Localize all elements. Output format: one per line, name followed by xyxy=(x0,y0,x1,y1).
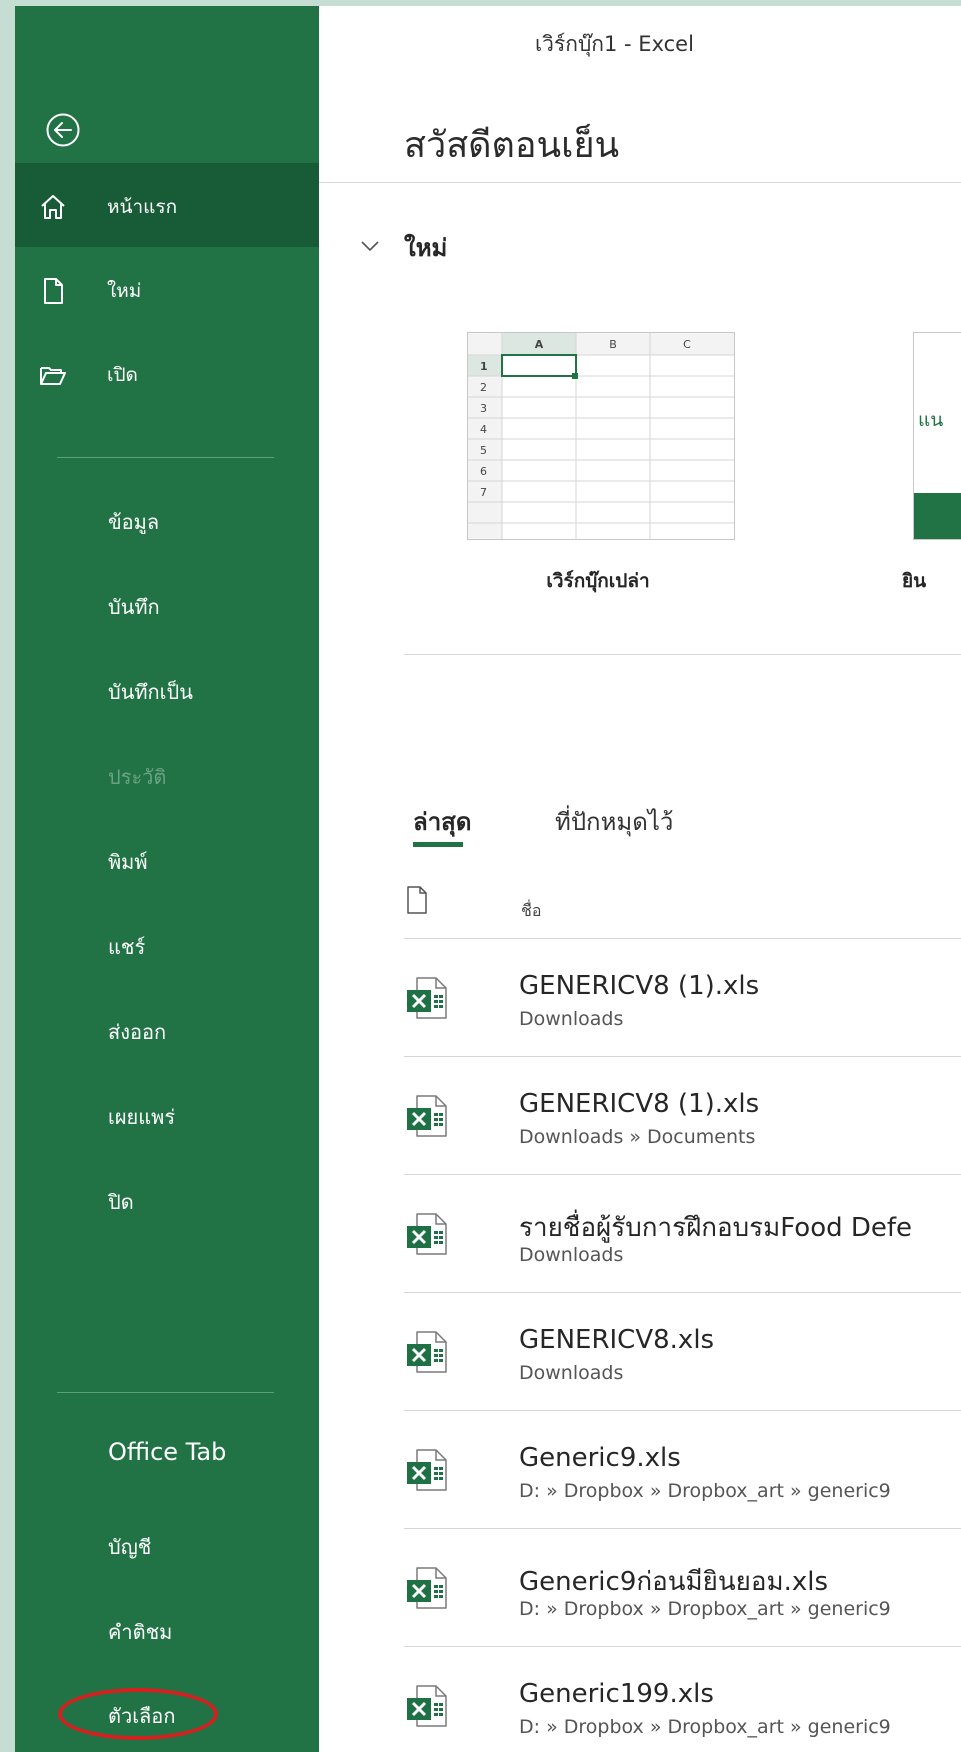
thumb-row-3: 3 xyxy=(480,402,487,415)
menu-feedback[interactable]: คำติชม xyxy=(108,1616,172,1648)
menu-save-as[interactable]: บันทึกเป็น xyxy=(108,676,193,708)
welcome-template-text: แน xyxy=(918,409,944,431)
sidebar-divider-bottom xyxy=(57,1392,274,1393)
tab-pinned[interactable]: ที่ปักหมุดไว้ xyxy=(555,802,673,841)
file-path: Downloads xyxy=(519,1362,624,1384)
excel-file-icon xyxy=(404,1329,450,1375)
nav-new[interactable]: ใหม่ xyxy=(15,247,319,331)
thumb-row-1: 1 xyxy=(480,360,488,373)
thumb-col-a: A xyxy=(535,338,544,351)
file-row[interactable]: GENERICV8.xls Downloads xyxy=(404,1292,961,1411)
thumb-col-c: C xyxy=(683,338,691,351)
options-highlight-annotation xyxy=(58,1688,218,1740)
tab-recent[interactable]: ล่าสุด xyxy=(413,802,471,841)
blank-workbook-thumbnail: A B C 1 2 3 4 5 6 7 xyxy=(468,333,734,539)
backstage-sidebar: หน้าแรก ใหม่ เปิด ข้อมูล บันทึก บันทึกเป… xyxy=(15,6,319,1752)
file-path: D: » Dropbox » Dropbox_art » generic9 xyxy=(519,1480,891,1502)
menu-account[interactable]: บัญชี xyxy=(108,1531,151,1563)
file-name: Generic9ก่อนมียินยอม.xls xyxy=(519,1567,829,1597)
back-arrow-icon xyxy=(46,113,80,147)
excel-file-icon xyxy=(404,975,450,1021)
header-divider xyxy=(319,182,961,183)
backstage-main: เวิร์กบุ๊ก1 - Excel สวัสดีตอนเย็น ใหม่ A… xyxy=(319,6,961,1752)
nav-home-label: หน้าแรก xyxy=(107,196,178,218)
menu-office-tab[interactable]: Office Tab xyxy=(108,1438,226,1466)
thumb-row-4: 4 xyxy=(480,423,487,436)
sidebar-divider xyxy=(57,457,274,458)
menu-save[interactable]: บันทึก xyxy=(108,591,160,623)
file-path: Downloads » Documents xyxy=(519,1126,756,1148)
file-name: Generic199.xls xyxy=(519,1679,714,1709)
nav-open-label: เปิด xyxy=(107,364,138,386)
menu-print[interactable]: พิมพ์ xyxy=(108,846,148,878)
thumb-row-5: 5 xyxy=(480,444,487,457)
file-row[interactable]: GENERICV8 (1).xls Downloads xyxy=(404,938,961,1057)
file-path: D: » Dropbox » Dropbox_art » generic9 xyxy=(519,1716,891,1738)
tab-recent-underline xyxy=(413,842,463,847)
chevron-down-icon xyxy=(361,241,379,252)
file-row[interactable]: GENERICV8 (1).xls Downloads » Documents xyxy=(404,1056,961,1175)
file-name: GENERICV8.xls xyxy=(519,1325,715,1355)
nav-home[interactable]: หน้าแรก xyxy=(15,163,319,247)
nav-new-label: ใหม่ xyxy=(107,280,142,302)
home-icon xyxy=(39,193,67,221)
thumb-row-2: 2 xyxy=(480,381,487,394)
file-path: Downloads xyxy=(519,1244,624,1266)
collapse-new-button[interactable] xyxy=(359,238,381,254)
file-name: Generic9.xls xyxy=(519,1443,681,1473)
menu-info[interactable]: ข้อมูล xyxy=(108,506,159,538)
file-name: GENERICV8 (1).xls xyxy=(519,971,760,1001)
welcome-template[interactable]: แน xyxy=(913,332,961,540)
menu-publish[interactable]: เผยแพร่ xyxy=(108,1101,175,1133)
excel-file-icon xyxy=(404,1447,450,1493)
menu-export[interactable]: ส่งออก xyxy=(108,1016,166,1048)
welcome-template-bar xyxy=(914,493,961,539)
nav-open[interactable]: เปิด xyxy=(15,331,319,415)
new-section-title: ใหม่ xyxy=(404,234,448,262)
welcome-template-label[interactable]: ยิน xyxy=(902,566,926,596)
thumb-row-6: 6 xyxy=(480,465,487,478)
menu-history: ประวัติ xyxy=(108,765,167,789)
thumb-row-7: 7 xyxy=(480,486,487,499)
window-title: เวิร์กบุ๊ก1 - Excel xyxy=(535,32,694,56)
excel-file-icon xyxy=(404,1683,450,1729)
name-column-header[interactable]: ชื่อ xyxy=(521,899,541,924)
file-row[interactable]: Generic199.xls D: » Dropbox » Dropbox_ar… xyxy=(404,1646,961,1752)
excel-file-icon xyxy=(404,1565,450,1611)
blank-workbook-template[interactable]: A B C 1 2 3 4 5 6 7 xyxy=(467,332,735,540)
blank-workbook-label[interactable]: เวิร์กบุ๊กเปล่า xyxy=(473,566,723,596)
file-row[interactable]: Generic9.xls D: » Dropbox » Dropbox_art … xyxy=(404,1410,961,1529)
file-path: Downloads xyxy=(519,1008,624,1030)
menu-share[interactable]: แชร์ xyxy=(108,931,145,963)
back-button[interactable] xyxy=(45,112,81,148)
file-row[interactable]: รายชื่อผู้รับการฝึกอบรมFood Defe Downloa… xyxy=(404,1174,961,1293)
new-file-icon xyxy=(39,277,67,305)
file-row[interactable]: Generic9ก่อนมียินยอม.xls D: » Dropbox » … xyxy=(404,1528,961,1647)
menu-close[interactable]: ปิด xyxy=(108,1186,134,1218)
excel-file-icon xyxy=(404,1093,450,1139)
greeting-heading: สวัสดีตอนเย็น xyxy=(404,125,620,166)
file-type-column-icon xyxy=(406,886,428,914)
section-divider xyxy=(404,654,961,655)
file-name: รายชื่อผู้รับการฝึกอบรมFood Defe xyxy=(519,1213,913,1243)
file-name: GENERICV8 (1).xls xyxy=(519,1089,760,1119)
thumb-col-b: B xyxy=(609,338,617,351)
open-folder-icon xyxy=(39,361,67,389)
file-path: D: » Dropbox » Dropbox_art » generic9 xyxy=(519,1598,891,1620)
excel-file-icon xyxy=(404,1211,450,1257)
